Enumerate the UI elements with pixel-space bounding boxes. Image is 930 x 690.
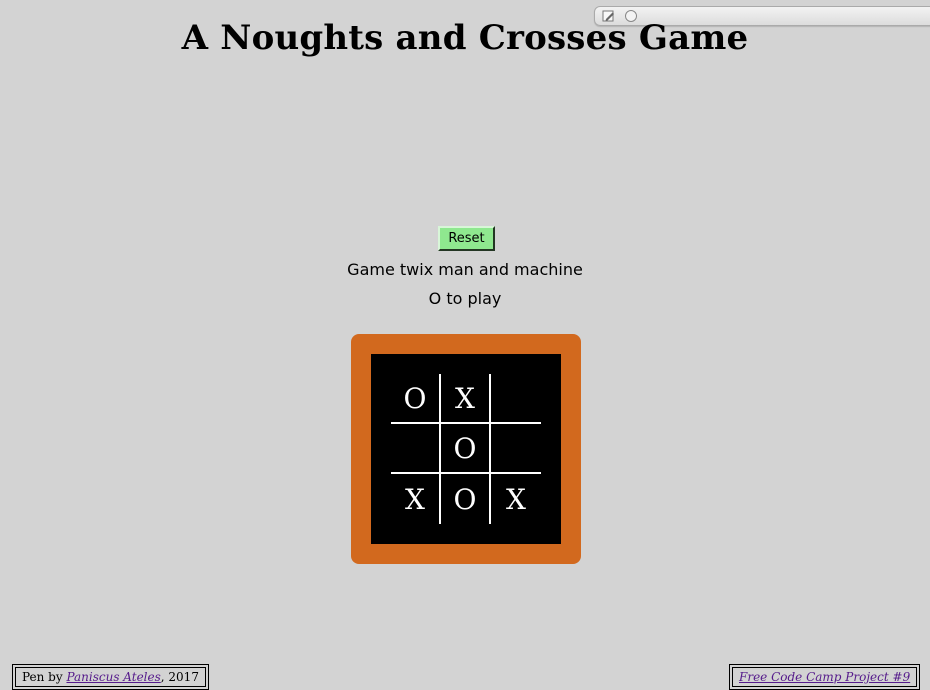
board-panel: O X O X O X xyxy=(371,354,561,544)
author-credit-inner: Pen by Paniscus Ateles, 2017 xyxy=(15,667,206,687)
project-link[interactable]: Free Code Camp Project #9 xyxy=(739,670,910,684)
board-cell-7[interactable]: X xyxy=(391,474,441,524)
board-cell-3[interactable] xyxy=(491,374,541,424)
game-caption: Game twix man and machine xyxy=(347,260,583,279)
author-credit: Pen by Paniscus Ateles, 2017 xyxy=(12,664,209,690)
project-credit-inner: Free Code Camp Project #9 xyxy=(732,667,918,687)
credit-suffix: , 2017 xyxy=(160,670,199,684)
board-cell-1[interactable]: O xyxy=(391,374,441,424)
board-cell-9[interactable]: X xyxy=(491,474,541,524)
board-cell-4[interactable] xyxy=(391,424,441,474)
turn-status: O to play xyxy=(428,289,502,308)
project-credit: Free Code Camp Project #9 xyxy=(729,664,921,690)
board-cell-2[interactable]: X xyxy=(441,374,491,424)
board-grid: O X O X O X xyxy=(391,374,541,524)
board-cell-5[interactable]: O xyxy=(441,424,491,474)
board-frame: O X O X O X xyxy=(351,334,581,564)
author-link[interactable]: Paniscus Ateles xyxy=(66,670,160,684)
board-cell-6[interactable] xyxy=(491,424,541,474)
reset-button[interactable]: Reset xyxy=(438,226,495,251)
page-title: A Noughts and Crosses Game xyxy=(181,18,749,58)
credit-prefix: Pen by xyxy=(22,670,67,684)
board-cell-8[interactable]: O xyxy=(441,474,491,524)
